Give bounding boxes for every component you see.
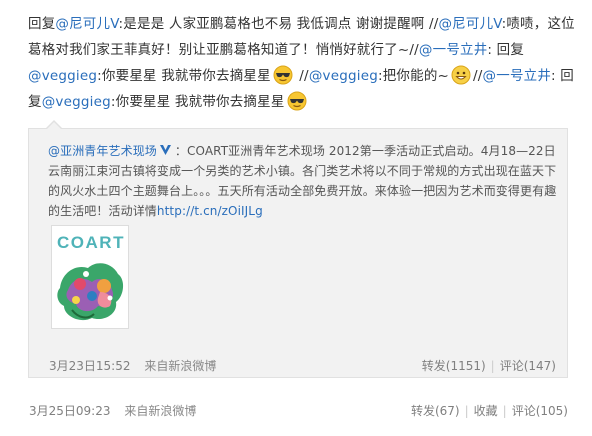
mention-link[interactable]: @尼可儿V bbox=[55, 16, 118, 32]
post-source: 来自新浪微博 bbox=[124, 404, 197, 418]
repost-author-link[interactable]: @亚洲青年艺术现场 bbox=[48, 144, 157, 158]
mention-link[interactable]: @一号立井 bbox=[483, 68, 552, 84]
grin-face-icon bbox=[451, 65, 471, 85]
post-meta: 3月25日09:23 来自新浪微博 bbox=[29, 402, 196, 419]
repost-timestamp-link[interactable]: 3月23日15:52 bbox=[49, 359, 131, 373]
verified-badge-icon bbox=[159, 145, 171, 155]
repost-forward-button[interactable]: 转发(1151) bbox=[422, 359, 486, 373]
repost-detail-link[interactable]: http://t.cn/zOiIJLg bbox=[157, 204, 263, 218]
favorite-button[interactable]: 收藏 bbox=[474, 404, 498, 418]
repost-actions: 转发(1151) | 评论(147) bbox=[422, 357, 556, 374]
forward-button[interactable]: 转发(67) bbox=[411, 404, 460, 418]
repost-text: @亚洲青年艺术现场 ：COART亚洲青年艺术现场 2012第一季活动正式启动。4… bbox=[48, 141, 558, 221]
post-text-segment: // bbox=[473, 68, 483, 84]
action-separator: | bbox=[502, 404, 507, 418]
weibo-post-text: 回复@尼可儿V:是是是 人家亚鹏葛格也不易 我低调点 谢谢提醒啊 //@尼可儿V… bbox=[28, 11, 580, 115]
mention-link[interactable]: @veggieg bbox=[309, 68, 378, 84]
mention-link[interactable]: @veggieg bbox=[42, 94, 111, 110]
mention-link[interactable]: @一号立井 bbox=[419, 42, 488, 58]
action-separator: | bbox=[490, 359, 495, 373]
post-text-segment: : 回复 bbox=[487, 42, 525, 58]
mention-link[interactable]: @尼可儿V bbox=[438, 16, 501, 32]
post-text-segment: :是是是 人家亚鹏葛格也不易 我低调点 谢谢提醒啊 // bbox=[118, 16, 439, 32]
post-text-segment: :把你能的~ bbox=[377, 68, 450, 84]
repost-pointer-inner bbox=[47, 122, 61, 129]
cool-face-icon bbox=[287, 91, 307, 111]
comment-button[interactable]: 评论(105) bbox=[512, 404, 568, 418]
post-text-segment: :你要星星 我就带你去摘星星 bbox=[97, 68, 271, 84]
post-text-segment: 回复 bbox=[28, 16, 56, 32]
coart-poster-image[interactable]: COART bbox=[51, 225, 129, 329]
post-text-segment: :你要星星 我就带你去摘星星 bbox=[110, 94, 285, 110]
repost-meta: 3月23日15:52 来自新浪微博 bbox=[49, 357, 216, 374]
poster-artwork-icon bbox=[57, 263, 124, 321]
cool-face-icon bbox=[273, 65, 293, 85]
post-actions: 转发(67) | 收藏 | 评论(105) bbox=[411, 402, 568, 419]
repost-source: 来自新浪微博 bbox=[144, 359, 217, 373]
post-timestamp-link[interactable]: 3月25日09:23 bbox=[29, 404, 111, 418]
repost-comment-button[interactable]: 评论(147) bbox=[500, 359, 556, 373]
post-text-segment: // bbox=[294, 68, 309, 84]
action-separator: | bbox=[464, 404, 469, 418]
mention-link[interactable]: @veggieg bbox=[28, 68, 97, 84]
